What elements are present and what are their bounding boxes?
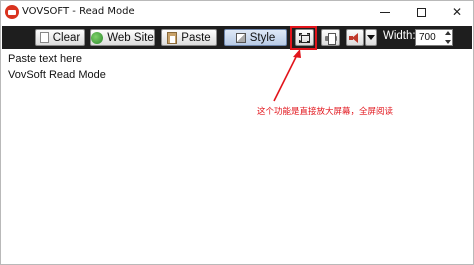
print-button[interactable] bbox=[321, 29, 340, 46]
minimize-icon bbox=[380, 11, 390, 13]
clipboard-icon bbox=[167, 31, 178, 44]
printer-icon bbox=[324, 32, 337, 45]
chevron-down-icon bbox=[367, 35, 375, 40]
close-icon: ✕ bbox=[451, 5, 463, 19]
width-spinner[interactable] bbox=[443, 30, 452, 45]
width-label: Width: bbox=[383, 30, 416, 42]
paste-button[interactable]: Paste bbox=[161, 29, 217, 46]
text-line: VovSoft Read Mode bbox=[8, 69, 106, 81]
reading-text-area[interactable]: Paste text here VovSoft Read Mode bbox=[8, 51, 463, 251]
app-window: VOVSOFT - Read Mode ✕ Clear Web Site Pas… bbox=[0, 0, 474, 265]
maximize-button[interactable] bbox=[404, 1, 438, 23]
fullscreen-highlight-box bbox=[290, 26, 317, 50]
close-button[interactable]: ✕ bbox=[440, 1, 474, 23]
speak-button[interactable] bbox=[346, 29, 364, 46]
website-button[interactable]: Web Site bbox=[90, 29, 155, 46]
toolbar: Clear Web Site Paste Style Width: 700 bbox=[2, 26, 472, 49]
style-label: Style bbox=[249, 31, 276, 44]
speaker-icon bbox=[349, 32, 361, 43]
app-logo-icon bbox=[5, 5, 19, 19]
maximize-icon bbox=[416, 7, 426, 17]
style-button[interactable]: Style bbox=[224, 29, 287, 46]
title-bar: VOVSOFT - Read Mode ✕ bbox=[1, 1, 473, 25]
style-icon bbox=[235, 32, 246, 43]
website-label: Web Site bbox=[107, 31, 154, 44]
clear-button[interactable]: Clear bbox=[35, 29, 85, 46]
clear-label: Clear bbox=[52, 31, 81, 44]
document-icon bbox=[39, 32, 49, 43]
minimize-button[interactable] bbox=[368, 1, 402, 23]
globe-icon bbox=[91, 31, 104, 44]
window-title: VOVSOFT - Read Mode bbox=[22, 6, 135, 17]
speak-options-dropdown[interactable] bbox=[365, 29, 377, 46]
paste-label: Paste bbox=[181, 31, 211, 44]
spin-up-icon[interactable] bbox=[444, 31, 451, 35]
spin-down-icon[interactable] bbox=[444, 40, 451, 44]
text-line: Paste text here bbox=[8, 53, 82, 65]
